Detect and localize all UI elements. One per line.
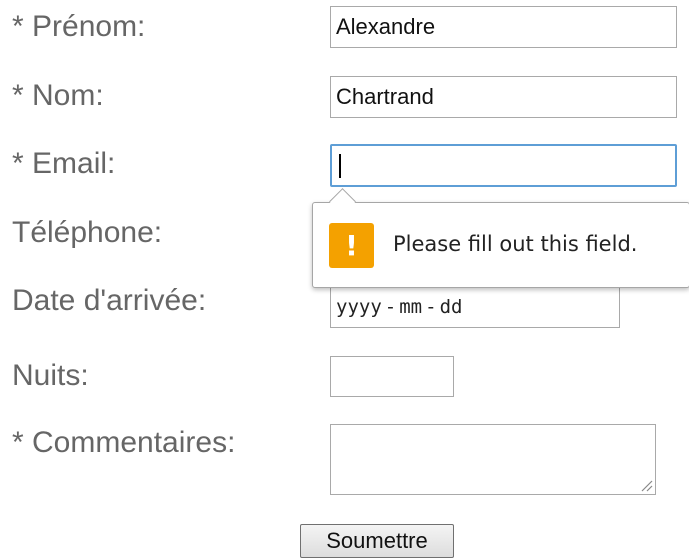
date-year-placeholder: yyyy	[336, 296, 382, 318]
date-placeholder: yyyy - mm - dd	[336, 296, 462, 318]
nom-value: Chartrand	[336, 84, 434, 109]
prenom-label: * Prénom:	[12, 10, 146, 43]
text-caret	[339, 153, 341, 178]
date-month-placeholder: mm	[399, 296, 423, 318]
date-separator: -	[425, 296, 437, 318]
commentaires-label: * Commentaires:	[12, 426, 236, 459]
validation-tooltip: ! Please fill out this field.	[312, 188, 689, 288]
telephone-label: Téléphone:	[12, 216, 163, 249]
date-day-placeholder: dd	[439, 296, 463, 318]
email-label: * Email:	[12, 147, 116, 180]
submit-button[interactable]: Soumettre	[300, 524, 454, 558]
nom-label: * Nom:	[12, 79, 104, 112]
warning-icon: !	[329, 223, 374, 268]
resize-grip-icon[interactable]	[639, 478, 653, 492]
date-separator: -	[384, 296, 397, 318]
email-input[interactable]	[330, 144, 677, 187]
prenom-value: Alexandre	[336, 14, 436, 39]
nom-input[interactable]: Chartrand	[330, 76, 677, 118]
validation-message: Please fill out this field.	[393, 232, 638, 256]
date-arrivee-label: Date d'arrivée:	[12, 284, 207, 317]
commentaires-textarea[interactable]	[330, 424, 656, 495]
nuits-input[interactable]	[330, 356, 454, 397]
date-arrivee-input[interactable]: yyyy - mm - dd	[330, 286, 620, 328]
prenom-input[interactable]: Alexandre	[330, 6, 677, 48]
tooltip-arrow	[329, 188, 356, 215]
nuits-label: Nuits:	[12, 359, 89, 392]
